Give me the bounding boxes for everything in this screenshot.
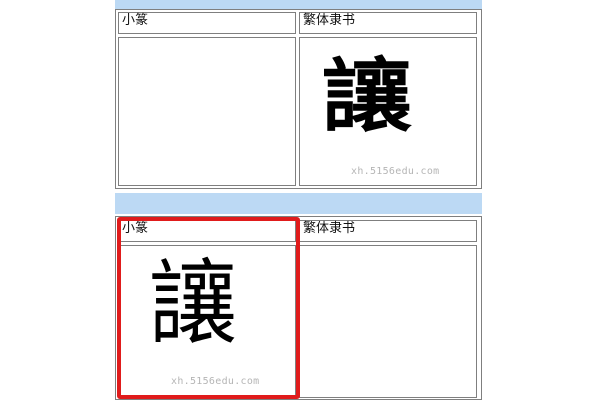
section-2-seal-cell: 讓 xh.5156edu.com (118, 245, 296, 398)
section-1-table: 小篆 繁体隶书 讓 xh.5156edu.com (115, 9, 482, 189)
section-2-clerical-cell (299, 245, 477, 398)
watermark-text: xh.5156edu.com (351, 166, 440, 177)
section-2-header-seal: 小篆 (118, 220, 296, 242)
character-glyph: 讓 (149, 249, 238, 358)
section-1-header-clerical: 繁体隶书 (299, 12, 477, 34)
section-1-clerical-cell: 讓 xh.5156edu.com (299, 37, 477, 186)
section-1-seal-cell (118, 37, 296, 186)
header-label: 小篆 (122, 221, 149, 236)
character-glyph: 讓 (322, 49, 412, 143)
middle-blue-band (115, 193, 482, 214)
section-2-table: 小篆 繁体隶书 讓 xh.5156edu.com (115, 216, 482, 400)
top-blue-band (115, 0, 482, 9)
section-1-header-seal: 小篆 (118, 12, 296, 34)
watermark-text: xh.5156edu.com (171, 376, 260, 387)
section-2-header-clerical: 繁体隶书 (299, 220, 477, 242)
header-label: 小篆 (122, 13, 149, 28)
header-label: 繁体隶书 (303, 221, 356, 236)
header-label: 繁体隶书 (303, 13, 356, 28)
